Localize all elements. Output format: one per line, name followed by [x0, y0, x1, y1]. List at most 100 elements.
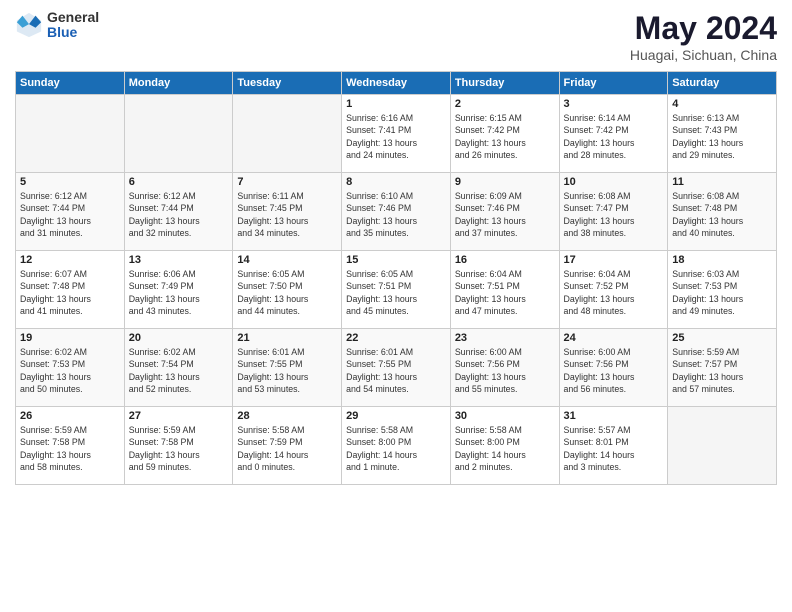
table-row: 21 Sunrise: 6:01 AM Sunset: 7:55 PM Dayli… — [233, 329, 342, 407]
day-number: 24 — [564, 332, 664, 344]
day-number: 8 — [346, 176, 446, 188]
day-number: 2 — [455, 98, 555, 110]
calendar-week-3: 19 Sunrise: 6:02 AM Sunset: 7:53 PM Dayli… — [16, 329, 777, 407]
day-info: Sunrise: 6:02 AM Sunset: 7:54 PM Dayligh… — [129, 346, 229, 395]
day-number: 20 — [129, 332, 229, 344]
table-row — [124, 95, 233, 173]
day-number: 17 — [564, 254, 664, 266]
day-number: 16 — [455, 254, 555, 266]
day-info: Sunrise: 5:59 AM Sunset: 7:58 PM Dayligh… — [129, 424, 229, 473]
calendar-week-1: 5Sunrise: 6:12 AM Sunset: 7:44 PM Daylig… — [16, 173, 777, 251]
day-info: Sunrise: 6:10 AM Sunset: 7:46 PM Dayligh… — [346, 190, 446, 239]
day-info: Sunrise: 6:11 AM Sunset: 7:45 PM Dayligh… — [237, 190, 337, 239]
table-row: 5Sunrise: 6:12 AM Sunset: 7:44 PM Daylig… — [16, 173, 125, 251]
day-number: 12 — [20, 254, 120, 266]
day-number: 31 — [564, 410, 664, 422]
table-row: 23Sunrise: 6:00 AM Sunset: 7:56 PM Dayli… — [450, 329, 559, 407]
day-info: Sunrise: 6:04 AM Sunset: 7:51 PM Dayligh… — [455, 268, 555, 317]
location-title: Huagai, Sichuan, China — [630, 47, 777, 63]
table-row: 27 Sunrise: 5:59 AM Sunset: 7:58 PM Dayli… — [124, 407, 233, 485]
day-info: Sunrise: 5:59 AM Sunset: 7:58 PM Dayligh… — [20, 424, 120, 473]
header-sunday: Sunday — [16, 72, 125, 95]
table-row: 6 Sunrise: 6:12 AM Sunset: 7:44 PM Daylig… — [124, 173, 233, 251]
day-info: Sunrise: 6:05 AM Sunset: 7:50 PM Dayligh… — [237, 268, 337, 317]
day-info: Sunrise: 6:15 AM Sunset: 7:42 PM Dayligh… — [455, 112, 555, 161]
logo-blue-label: Blue — [47, 25, 99, 40]
table-row: 12Sunrise: 6:07 AM Sunset: 7:48 PM Dayli… — [16, 251, 125, 329]
day-info: Sunrise: 6:03 AM Sunset: 7:53 PM Dayligh… — [672, 268, 772, 317]
title-block: May 2024 Huagai, Sichuan, China — [630, 10, 777, 63]
table-row: 25 Sunrise: 5:59 AM Sunset: 7:57 PM Dayli… — [668, 329, 777, 407]
day-info: Sunrise: 6:02 AM Sunset: 7:53 PM Dayligh… — [20, 346, 120, 395]
table-row: 4 Sunrise: 6:13 AM Sunset: 7:43 PM Daylig… — [668, 95, 777, 173]
day-info: Sunrise: 6:01 AM Sunset: 7:55 PM Dayligh… — [346, 346, 446, 395]
table-row: 22 Sunrise: 6:01 AM Sunset: 7:55 PM Dayli… — [342, 329, 451, 407]
day-info: Sunrise: 6:05 AM Sunset: 7:51 PM Dayligh… — [346, 268, 446, 317]
day-number: 6 — [129, 176, 229, 188]
table-row: 15 Sunrise: 6:05 AM Sunset: 7:51 PM Dayli… — [342, 251, 451, 329]
day-info: Sunrise: 6:08 AM Sunset: 7:48 PM Dayligh… — [672, 190, 772, 239]
day-number: 18 — [672, 254, 772, 266]
day-info: Sunrise: 6:06 AM Sunset: 7:49 PM Dayligh… — [129, 268, 229, 317]
day-info: Sunrise: 5:58 AM Sunset: 8:00 PM Dayligh… — [346, 424, 446, 473]
table-row: 18 Sunrise: 6:03 AM Sunset: 7:53 PM Dayli… — [668, 251, 777, 329]
day-number: 11 — [672, 176, 772, 188]
header-wednesday: Wednesday — [342, 72, 451, 95]
month-title: May 2024 — [630, 10, 777, 47]
table-row: 16 Sunrise: 6:04 AM Sunset: 7:51 PM Dayli… — [450, 251, 559, 329]
table-row: 29 Sunrise: 5:58 AM Sunset: 8:00 PM Dayli… — [342, 407, 451, 485]
day-info: Sunrise: 6:00 AM Sunset: 7:56 PM Dayligh… — [455, 346, 555, 395]
day-info: Sunrise: 6:14 AM Sunset: 7:42 PM Dayligh… — [564, 112, 664, 161]
day-number: 4 — [672, 98, 772, 110]
day-number: 22 — [346, 332, 446, 344]
table-row: 10Sunrise: 6:08 AM Sunset: 7:47 PM Dayli… — [559, 173, 668, 251]
table-row: 17Sunrise: 6:04 AM Sunset: 7:52 PM Dayli… — [559, 251, 668, 329]
table-row — [233, 95, 342, 173]
table-row: 30 Sunrise: 5:58 AM Sunset: 8:00 PM Dayli… — [450, 407, 559, 485]
header-monday: Monday — [124, 72, 233, 95]
day-info: Sunrise: 5:58 AM Sunset: 8:00 PM Dayligh… — [455, 424, 555, 473]
day-number: 15 — [346, 254, 446, 266]
day-number: 29 — [346, 410, 446, 422]
day-info: Sunrise: 6:12 AM Sunset: 7:44 PM Dayligh… — [129, 190, 229, 239]
day-info: Sunrise: 6:01 AM Sunset: 7:55 PM Dayligh… — [237, 346, 337, 395]
calendar-week-2: 12Sunrise: 6:07 AM Sunset: 7:48 PM Dayli… — [16, 251, 777, 329]
day-number: 14 — [237, 254, 337, 266]
logo-icon — [15, 11, 43, 39]
table-row: 20 Sunrise: 6:02 AM Sunset: 7:54 PM Dayli… — [124, 329, 233, 407]
day-number: 25 — [672, 332, 772, 344]
table-row: 28Sunrise: 5:58 AM Sunset: 7:59 PM Dayli… — [233, 407, 342, 485]
table-row: 26 Sunrise: 5:59 AM Sunset: 7:58 PM Dayli… — [16, 407, 125, 485]
day-info: Sunrise: 5:59 AM Sunset: 7:57 PM Dayligh… — [672, 346, 772, 395]
day-number: 26 — [20, 410, 120, 422]
day-number: 1 — [346, 98, 446, 110]
table-row: 19 Sunrise: 6:02 AM Sunset: 7:53 PM Dayli… — [16, 329, 125, 407]
page: General Blue May 2024 Huagai, Sichuan, C… — [0, 0, 792, 612]
header: General Blue May 2024 Huagai, Sichuan, C… — [15, 10, 777, 63]
day-number: 7 — [237, 176, 337, 188]
header-tuesday: Tuesday — [233, 72, 342, 95]
day-info: Sunrise: 6:13 AM Sunset: 7:43 PM Dayligh… — [672, 112, 772, 161]
day-info: Sunrise: 6:00 AM Sunset: 7:56 PM Dayligh… — [564, 346, 664, 395]
day-number: 21 — [237, 332, 337, 344]
table-row: 7 Sunrise: 6:11 AM Sunset: 7:45 PM Daylig… — [233, 173, 342, 251]
day-info: Sunrise: 6:09 AM Sunset: 7:46 PM Dayligh… — [455, 190, 555, 239]
calendar-header-row: Sunday Monday Tuesday Wednesday Thursday… — [16, 72, 777, 95]
table-row: 8 Sunrise: 6:10 AM Sunset: 7:46 PM Daylig… — [342, 173, 451, 251]
table-row: 3 Sunrise: 6:14 AM Sunset: 7:42 PM Daylig… — [559, 95, 668, 173]
logo-general-label: General — [47, 10, 99, 25]
day-number: 27 — [129, 410, 229, 422]
day-number: 19 — [20, 332, 120, 344]
day-number: 13 — [129, 254, 229, 266]
table-row: 9Sunrise: 6:09 AM Sunset: 7:46 PM Daylig… — [450, 173, 559, 251]
table-row: 14 Sunrise: 6:05 AM Sunset: 7:50 PM Dayli… — [233, 251, 342, 329]
day-number: 30 — [455, 410, 555, 422]
day-info: Sunrise: 6:12 AM Sunset: 7:44 PM Dayligh… — [20, 190, 120, 239]
header-thursday: Thursday — [450, 72, 559, 95]
day-number: 28 — [237, 410, 337, 422]
day-info: Sunrise: 6:08 AM Sunset: 7:47 PM Dayligh… — [564, 190, 664, 239]
calendar-week-4: 26 Sunrise: 5:59 AM Sunset: 7:58 PM Dayli… — [16, 407, 777, 485]
calendar-table: Sunday Monday Tuesday Wednesday Thursday… — [15, 71, 777, 485]
day-number: 3 — [564, 98, 664, 110]
logo-text: General Blue — [47, 10, 99, 41]
